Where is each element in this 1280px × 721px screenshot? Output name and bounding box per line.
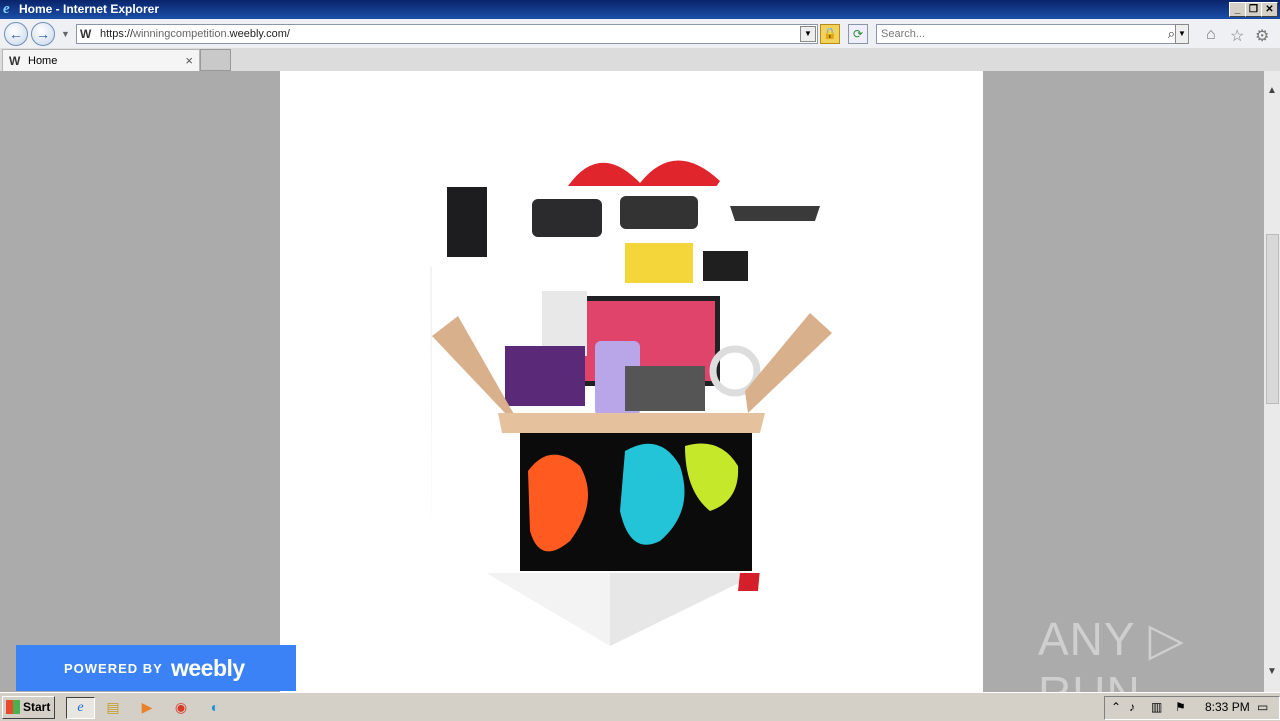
explorer-taskbar-icon[interactable]: ▤ [102, 697, 124, 717]
start-button[interactable]: Start [2, 696, 55, 719]
system-tray: ⌃ ♪ ▥ ⚑ 8:33 PM ▭ [1104, 696, 1280, 720]
restore-button[interactable]: ❐ [1245, 2, 1262, 17]
tab-bar: W Home × [0, 48, 1280, 72]
home-icon[interactable]: ⌂ [1206, 26, 1216, 44]
minimize-button[interactable]: _ [1229, 2, 1246, 17]
address-url: https://winningcompetition.weebly.com/ [100, 28, 290, 40]
forward-icon[interactable]: → [31, 22, 55, 46]
window-titlebar: e Home - Internet Explorer _ ❐ ✕ [0, 0, 1280, 19]
clock[interactable]: 8:33 PM [1205, 700, 1250, 714]
chrome-taskbar-icon[interactable]: ◉ [170, 697, 192, 717]
search-placeholder: Search... [881, 28, 926, 40]
new-tab-button[interactable] [200, 49, 231, 71]
search-icon[interactable]: ⌕ [1168, 26, 1175, 42]
box-top-edge [498, 413, 765, 433]
weebly-logo: weebly [171, 655, 245, 681]
address-bar[interactable]: W https://winningcompetition.weebly.com/… [76, 24, 818, 44]
laptop-shape [505, 346, 585, 406]
close-window-button[interactable]: ✕ [1261, 2, 1278, 17]
search-dropdown-icon[interactable]: ▼ [1175, 24, 1189, 44]
network-icon[interactable]: ▥ [1151, 700, 1162, 714]
windows-flag-icon [6, 700, 20, 714]
mystery-box-image [430, 160, 832, 646]
show-desktop-icon[interactable]: ▭ [1257, 700, 1268, 714]
console-shape [447, 187, 487, 257]
camcorder-shape [620, 196, 698, 229]
history-dropdown-icon[interactable]: ▼ [61, 29, 70, 39]
taskbar: Start e ▤ ▶ ◉ ◐ ⌃ ♪ ▥ ⚑ 8:33 PM ▭ [0, 692, 1280, 721]
gear-icon[interactable]: ⚙ [1255, 26, 1269, 46]
ie-taskbar-icon[interactable]: e [66, 697, 95, 719]
back-icon[interactable]: ← [4, 22, 28, 46]
window-title: Home - Internet Explorer [19, 2, 160, 16]
lock-icon[interactable]: 🔒 [820, 24, 840, 44]
edge-taskbar-icon[interactable]: ◐ [204, 697, 226, 717]
powered-by-weebly-badge[interactable]: POWERED BY weebly [16, 645, 296, 691]
start-label: Start [23, 700, 51, 714]
vertical-scrollbar[interactable]: ▲ ▼ [1264, 71, 1280, 692]
weebly-favicon: W [80, 27, 92, 41]
tab-label: Home [28, 55, 58, 67]
refresh-icon[interactable]: ⟳ [848, 24, 868, 44]
tab-home[interactable]: W Home × [2, 49, 200, 72]
action-center-flag-icon[interactable]: ⚑ [1175, 700, 1186, 714]
weebly-favicon: W [9, 54, 21, 68]
address-dropdown-icon[interactable]: ▼ [800, 26, 816, 42]
navigation-bar: ← → ▼ W https://winningcompetition.weebl… [0, 19, 1280, 49]
close-icon[interactable]: × [185, 53, 193, 68]
search-box[interactable]: Search... ⌕ [876, 24, 1180, 44]
page-content [280, 71, 983, 692]
powered-by-text: POWERED BY [64, 661, 163, 676]
media-player-taskbar-icon[interactable]: ▶ [136, 697, 158, 717]
scroll-up-icon[interactable]: ▲ [1264, 83, 1280, 99]
drone-shape [730, 206, 820, 221]
browser-viewport [0, 71, 1264, 692]
yellow-projector-shape [625, 243, 693, 283]
tv-box-shape [703, 251, 748, 281]
ie-icon: e [3, 1, 10, 17]
camera-shape [625, 366, 705, 411]
scroll-thumb[interactable] [1266, 234, 1279, 404]
star-icon[interactable]: ☆ [1230, 26, 1244, 46]
projector-shape [532, 199, 602, 237]
tray-expand-icon[interactable]: ⌃ [1111, 700, 1121, 714]
volume-icon[interactable]: ♪ [1129, 700, 1135, 714]
